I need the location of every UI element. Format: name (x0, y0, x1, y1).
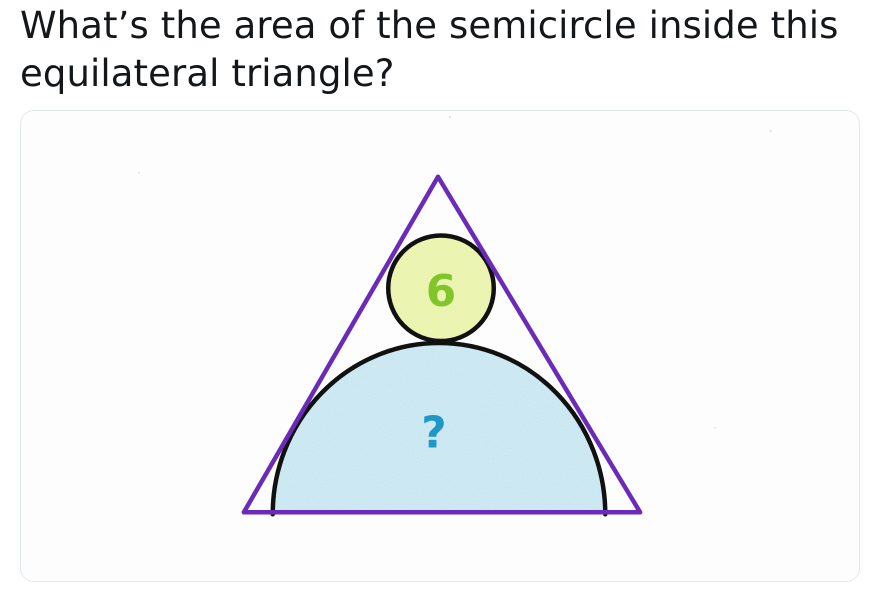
semicircle-unknown-label: ? (421, 408, 446, 459)
circle-radius-label: 6 (426, 266, 456, 317)
puzzle-drawing: 6 ? (21, 111, 859, 581)
puzzle-image-card[interactable]: 6 ? (20, 110, 860, 582)
question-text: What’s the area of the semicircle inside… (20, 4, 839, 95)
